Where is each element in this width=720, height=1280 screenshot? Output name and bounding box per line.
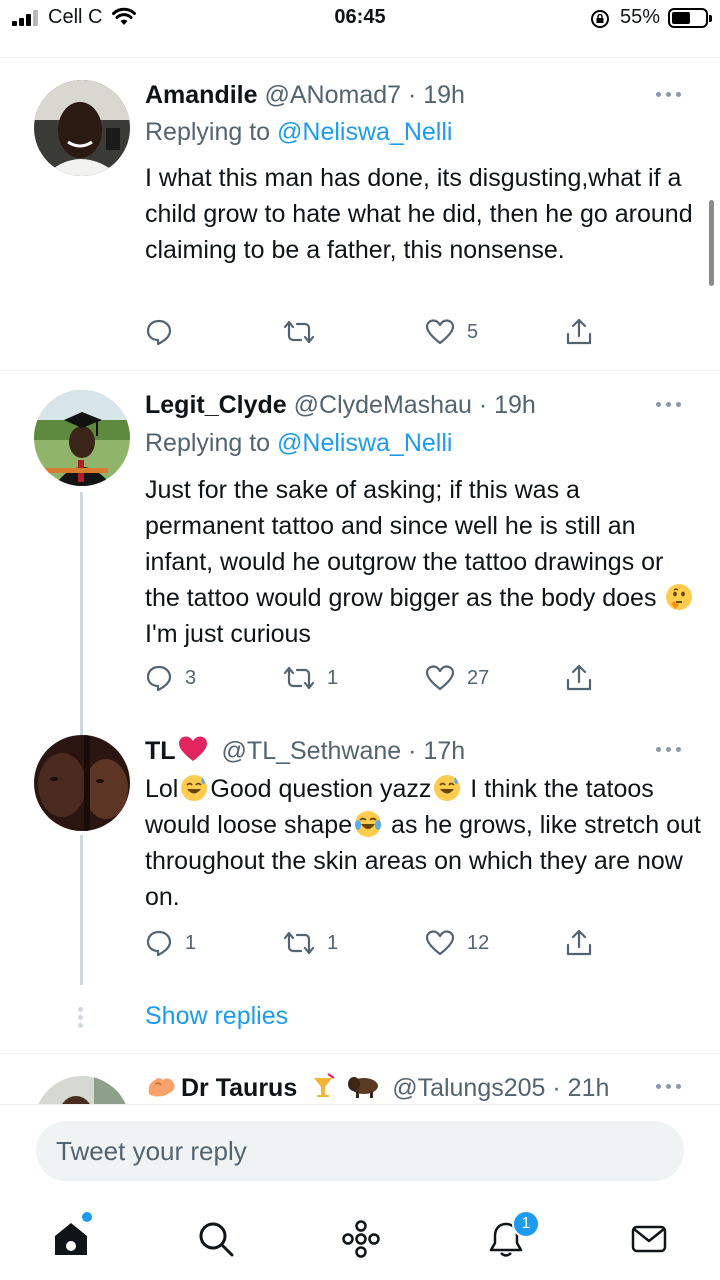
share-button[interactable] xyxy=(565,314,593,350)
heart-icon xyxy=(425,930,455,956)
battery-percent: 55% xyxy=(620,6,661,28)
home-icon xyxy=(55,1223,87,1255)
reply-icon xyxy=(146,319,172,346)
spaces-icon xyxy=(342,1220,380,1258)
flexed-biceps-emoji-icon xyxy=(148,1078,175,1097)
display-name[interactable]: Dr Taurus xyxy=(181,1074,297,1102)
thinking-emoji-icon xyxy=(665,583,693,611)
display-name[interactable]: Legit_Clyde xyxy=(145,391,287,419)
retweet-button[interactable]: 1 xyxy=(283,925,338,961)
notifications-badge: 1 xyxy=(512,1210,540,1238)
retweet-button[interactable]: 1 xyxy=(283,660,338,696)
thread-line xyxy=(80,492,83,737)
avatar[interactable] xyxy=(34,735,130,831)
handle-timestamp: @ClydeMashau · 19h xyxy=(293,391,536,419)
mention-link[interactable]: @Neliswa_Nelli xyxy=(277,118,452,146)
thread-line xyxy=(80,835,83,985)
heart-icon xyxy=(425,665,455,691)
more-options-icon[interactable] xyxy=(656,747,682,753)
more-options-icon[interactable] xyxy=(656,1084,682,1090)
tropical-drink-emoji-icon xyxy=(314,1073,335,1097)
tweet-actions: 5 xyxy=(145,314,605,350)
avatar[interactable] xyxy=(34,1076,130,1104)
share-icon xyxy=(566,664,592,691)
retweet-icon xyxy=(283,666,315,690)
reply-icon xyxy=(146,665,172,692)
avatar[interactable] xyxy=(34,80,130,176)
avatar[interactable] xyxy=(34,390,130,486)
like-button[interactable]: 12 xyxy=(425,925,489,961)
bison-emoji-icon xyxy=(348,1077,379,1098)
reply-button[interactable]: 3 xyxy=(145,660,196,696)
reply-button[interactable]: 1 xyxy=(145,925,196,961)
nav-spaces[interactable] xyxy=(336,1214,386,1264)
share-button[interactable] xyxy=(565,925,593,961)
retweet-button[interactable] xyxy=(283,314,327,350)
thread-continuation-icon xyxy=(78,1007,84,1028)
reply-input[interactable] xyxy=(36,1121,684,1181)
retweet-icon xyxy=(283,320,315,344)
messages-icon xyxy=(631,1225,667,1253)
share-icon xyxy=(566,318,592,345)
orientation-lock-icon xyxy=(591,10,609,28)
divider xyxy=(0,370,720,371)
battery-icon xyxy=(668,8,712,28)
tweet[interactable]: Dr Taurus @Talungs205 · 21h xyxy=(0,1072,720,1104)
tears-of-joy-emoji-icon xyxy=(354,810,382,838)
sweat-smile-emoji-icon xyxy=(180,774,208,802)
tweet-actions: 3 1 27 xyxy=(145,660,605,696)
reply-button[interactable] xyxy=(145,314,185,350)
replying-to: Replying to @Neliswa_Nelli xyxy=(145,429,453,457)
handle-timestamp: @Talungs205 · 21h xyxy=(392,1074,610,1102)
tweet-text: Lol Good question yazz I think the tatoos… xyxy=(145,774,701,911)
more-options-icon[interactable] xyxy=(656,92,682,98)
divider xyxy=(0,1053,720,1054)
like-button[interactable]: 5 xyxy=(425,314,478,350)
handle-timestamp: @TL_Sethwane · 17h xyxy=(221,737,466,765)
mention-link[interactable]: @Neliswa_Nelli xyxy=(277,429,452,457)
tweet-actions: 1 1 12 xyxy=(145,925,605,961)
display-name[interactable]: TL xyxy=(145,737,176,765)
heart-icon xyxy=(425,319,455,345)
tweet-text: Just for the sake of asking; if this was… xyxy=(145,472,705,652)
search-icon xyxy=(199,1222,234,1257)
replying-to: Replying to @Neliswa_Nelli xyxy=(145,118,453,146)
scrollbar[interactable] xyxy=(709,200,714,286)
red-heart-emoji-icon xyxy=(178,736,207,761)
handle-timestamp: @ANomad7 · 19h xyxy=(264,81,465,109)
clock: 06:45 xyxy=(334,6,386,28)
tweet-text: I what this man has done, its disgusting… xyxy=(145,164,693,264)
home-unread-dot xyxy=(82,1212,92,1222)
status-bar: Cell C 06:45 55% xyxy=(0,0,720,40)
reply-icon xyxy=(146,930,172,957)
more-options-icon[interactable] xyxy=(656,402,682,408)
sweat-smile-emoji-icon xyxy=(433,774,461,802)
nav-messages[interactable] xyxy=(624,1214,674,1264)
like-button[interactable]: 27 xyxy=(425,660,489,696)
display-name[interactable]: Amandile xyxy=(145,81,258,109)
header-divider xyxy=(0,57,720,58)
share-button[interactable] xyxy=(565,660,593,696)
bottom-nav xyxy=(0,1200,720,1280)
show-replies-link[interactable]: Show replies xyxy=(145,1002,288,1031)
retweet-icon xyxy=(283,931,315,955)
share-icon xyxy=(566,929,592,956)
nav-search[interactable] xyxy=(191,1214,241,1264)
